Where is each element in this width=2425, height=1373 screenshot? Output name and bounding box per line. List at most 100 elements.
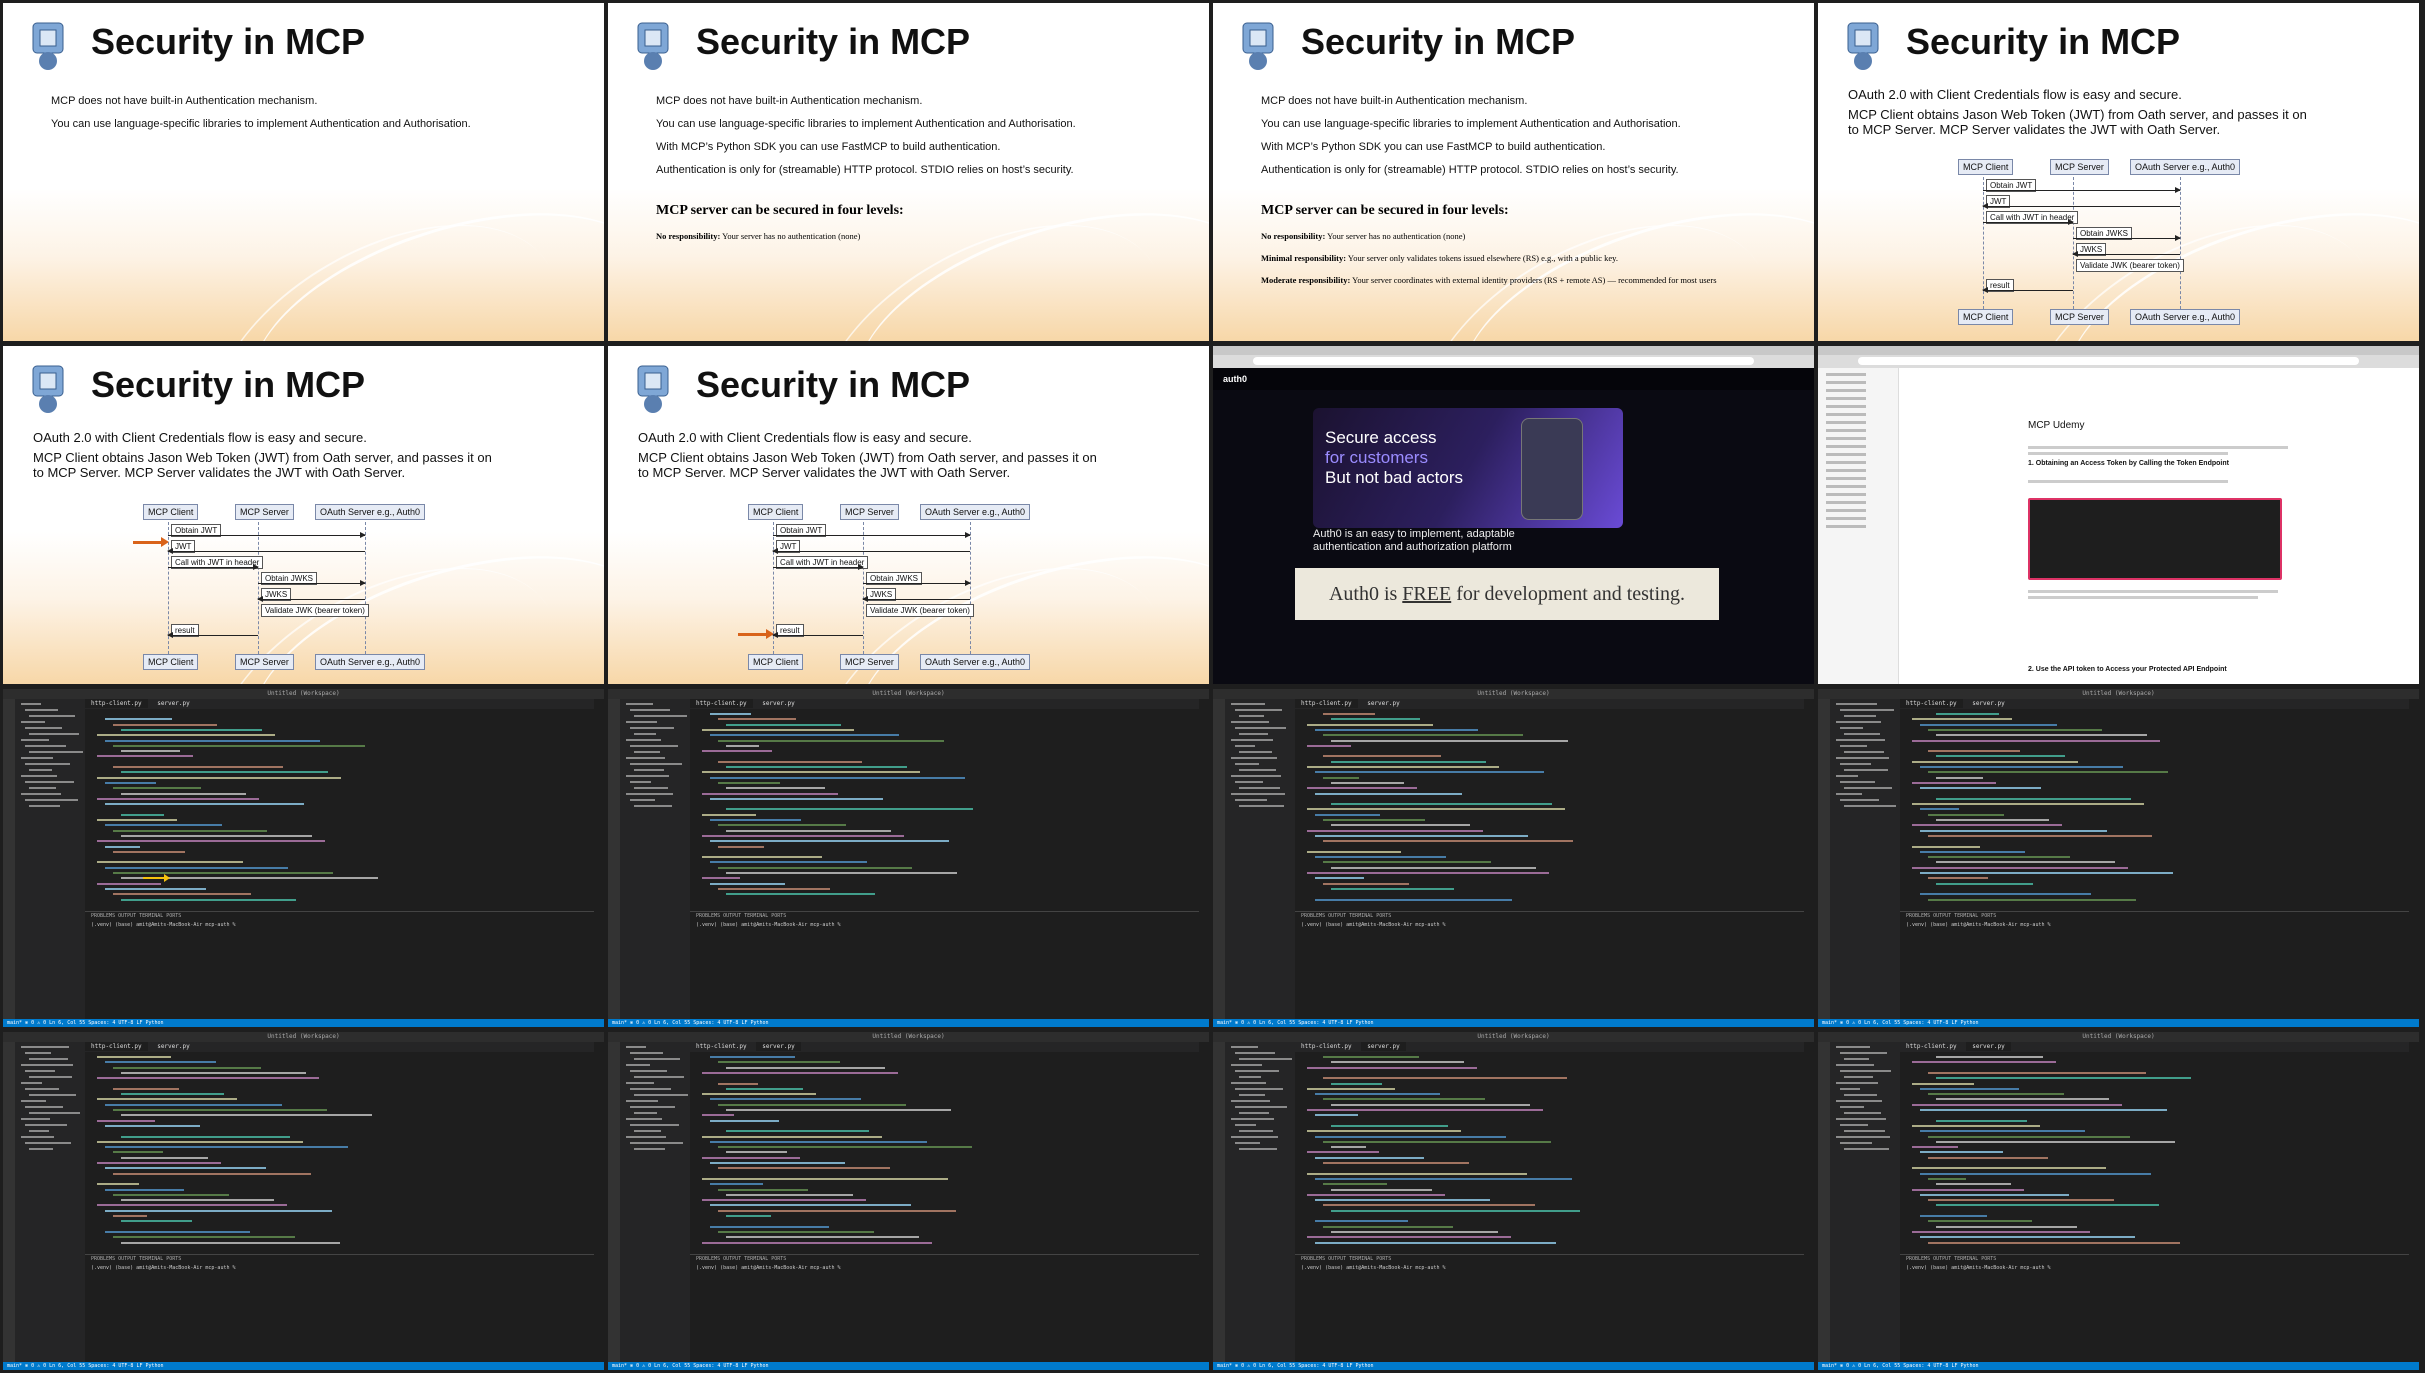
editor-tabs[interactable]: http-client.py server.py xyxy=(690,699,1199,709)
tab-http-client[interactable]: http-client.py xyxy=(1900,699,1963,708)
editor-tabs[interactable]: http-client.py server.py xyxy=(1900,699,2409,709)
panel-tabs[interactable]: PROBLEMS OUTPUT TERMINAL PORTS xyxy=(85,912,594,920)
vscode-thumbnail-6[interactable]: Untitled (Workspace) http-client.py serv… xyxy=(608,1032,1209,1370)
slide-body: MCP does not have built-in Authenticatio… xyxy=(656,95,1189,187)
vscode-thumbnail-8[interactable]: Untitled (Workspace) http-client.py serv… xyxy=(1818,1032,2419,1370)
browser-thumbnail-auth0-docs[interactable]: MCP Udemy 1. Obtaining an Access Token b… xyxy=(1818,346,2419,684)
explorer-panel[interactable] xyxy=(1830,1042,1900,1362)
terminal-panel[interactable]: PROBLEMS OUTPUT TERMINAL PORTS (.venv) (… xyxy=(85,911,594,1019)
explorer-panel[interactable] xyxy=(620,1042,690,1362)
editor-tabs[interactable]: http-client.py server.py xyxy=(1900,1042,2409,1052)
slide-body: MCP does not have built-in Authenticatio… xyxy=(51,95,584,141)
activity-bar[interactable] xyxy=(1213,1042,1225,1362)
status-bar: main* ⊗ 0 ⚠ 0 Ln 6, Col 55 Spaces: 4 UTF… xyxy=(1818,1362,2419,1370)
slide-thumbnail-levels-3[interactable]: Security in MCP MCP does not have built-… xyxy=(1213,3,1814,341)
editor-tabs[interactable]: http-client.py server.py xyxy=(85,1042,594,1052)
panel-tabs[interactable]: PROBLEMS OUTPUT TERMINAL PORTS xyxy=(1295,912,1804,920)
editor-tabs[interactable]: http-client.py server.py xyxy=(85,699,594,709)
panel-tabs[interactable]: PROBLEMS OUTPUT TERMINAL PORTS xyxy=(690,912,1199,920)
tab-server[interactable]: server.py xyxy=(1361,1042,1406,1051)
slide-line: Authentication is only for (streamable) … xyxy=(656,164,1074,176)
tab-server[interactable]: server.py xyxy=(151,699,196,708)
free-callout: Auth0 is FREE for development and testin… xyxy=(1295,568,1719,620)
vscode-thumbnail-2[interactable]: Untitled (Workspace) http-client.py serv… xyxy=(608,689,1209,1027)
vscode-thumbnail-7[interactable]: Untitled (Workspace) http-client.py serv… xyxy=(1213,1032,1814,1370)
panel-tabs[interactable]: PROBLEMS OUTPUT TERMINAL PORTS xyxy=(1900,912,2409,920)
code-editor[interactable]: http-client.py server.py xyxy=(85,1042,594,1252)
activity-bar[interactable] xyxy=(608,699,620,1019)
chip-robot-icon xyxy=(637,22,669,70)
editor-tabs[interactable]: http-client.py server.py xyxy=(690,1042,1199,1052)
panel-tabs[interactable]: PROBLEMS OUTPUT TERMINAL PORTS xyxy=(690,1255,1199,1263)
explorer-panel[interactable] xyxy=(15,1042,85,1362)
slide-thumbnail-oauth-diagram[interactable]: Security in MCP OAuth 2.0 with Client Cr… xyxy=(1818,3,2419,341)
window-title: Untitled (Workspace) xyxy=(1213,689,1814,699)
participant-mcp-server: MCP Server xyxy=(840,654,899,670)
terminal-panel[interactable]: PROBLEMS OUTPUT TERMINAL PORTS (.venv) (… xyxy=(85,1254,594,1362)
terminal-panel[interactable]: PROBLEMS OUTPUT TERMINAL PORTS (.venv) (… xyxy=(1900,1254,2409,1362)
tab-http-client[interactable]: http-client.py xyxy=(690,1042,753,1051)
browser-thumbnail-auth0[interactable]: auth0 Secure access for customers But no… xyxy=(1213,346,1814,684)
activity-bar[interactable] xyxy=(1818,699,1830,1019)
panel-tabs[interactable]: PROBLEMS OUTPUT TERMINAL PORTS xyxy=(1900,1255,2409,1263)
slide-line: With MCP’s Python SDK you can use FastMC… xyxy=(1261,141,1606,153)
terminal-panel[interactable]: PROBLEMS OUTPUT TERMINAL PORTS (.venv) (… xyxy=(690,1254,1199,1362)
tab-server[interactable]: server.py xyxy=(1966,699,2011,708)
activity-bar[interactable] xyxy=(608,1042,620,1362)
participant-mcp-server: MCP Server xyxy=(2050,159,2109,175)
editor-tabs[interactable]: http-client.py server.py xyxy=(1295,1042,1804,1052)
explorer-panel[interactable] xyxy=(1830,699,1900,1019)
explorer-panel[interactable] xyxy=(620,699,690,1019)
vscode-thumbnail-5[interactable]: Untitled (Workspace) http-client.py serv… xyxy=(3,1032,604,1370)
tab-server[interactable]: server.py xyxy=(151,1042,196,1051)
level-item: Minimal responsibility: Your server only… xyxy=(1261,253,1618,263)
slide-thumbnail-oauth-pointer-1[interactable]: Security in MCP OAuth 2.0 with Client Cr… xyxy=(3,346,604,684)
tab-server[interactable]: server.py xyxy=(1966,1042,2011,1051)
editor-tabs[interactable]: http-client.py server.py xyxy=(1295,699,1804,709)
explorer-panel[interactable] xyxy=(1225,1042,1295,1362)
sequence-diagram: MCP Client MCP Server OAuth Server e.g.,… xyxy=(1958,159,2298,329)
vscode-thumbnail-3[interactable]: Untitled (Workspace) http-client.py serv… xyxy=(1213,689,1814,1027)
code-editor[interactable]: http-client.py server.py xyxy=(1295,1042,1804,1252)
activity-bar[interactable] xyxy=(3,1042,15,1362)
address-bar[interactable] xyxy=(1253,357,1754,365)
code-editor[interactable]: http-client.py server.py xyxy=(690,1042,1199,1252)
window-title: Untitled (Workspace) xyxy=(608,689,1209,699)
code-editor[interactable]: http-client.py server.py xyxy=(1900,699,2409,909)
panel-tabs[interactable]: PROBLEMS OUTPUT TERMINAL PORTS xyxy=(1295,1255,1804,1263)
code-editor[interactable]: http-client.py server.py xyxy=(690,699,1199,909)
tab-http-client[interactable]: http-client.py xyxy=(1295,1042,1358,1051)
activity-bar[interactable] xyxy=(1818,1042,1830,1362)
terminal-panel[interactable]: PROBLEMS OUTPUT TERMINAL PORTS (.venv) (… xyxy=(1900,911,2409,1019)
terminal-panel[interactable]: PROBLEMS OUTPUT TERMINAL PORTS (.venv) (… xyxy=(1295,911,1804,1019)
slide-thumbnail-levels-1[interactable]: Security in MCP MCP does not have built-… xyxy=(608,3,1209,341)
address-bar[interactable] xyxy=(1858,357,2359,365)
vscode-thumbnail-1[interactable]: Untitled (Workspace) http-client.py serv… xyxy=(3,689,604,1027)
tab-http-client[interactable]: http-client.py xyxy=(1295,699,1358,708)
slide-body: OAuth 2.0 with Client Credentials flow i… xyxy=(1848,87,2318,142)
status-bar: main* ⊗ 0 ⚠ 0 Ln 6, Col 55 Spaces: 4 UTF… xyxy=(608,1019,1209,1027)
tab-http-client[interactable]: http-client.py xyxy=(1900,1042,1963,1051)
slide-thumbnail-oauth-pointer-2[interactable]: Security in MCP OAuth 2.0 with Client Cr… xyxy=(608,346,1209,684)
slide-thumbnail-intro[interactable]: Security in MCP MCP does not have built-… xyxy=(3,3,604,341)
activity-bar[interactable] xyxy=(3,699,15,1019)
slide-body: OAuth 2.0 with Client Credentials flow i… xyxy=(33,430,503,485)
tab-server[interactable]: server.py xyxy=(756,699,801,708)
tab-http-client[interactable]: http-client.py xyxy=(85,699,148,708)
tab-server[interactable]: server.py xyxy=(1361,699,1406,708)
tab-http-client[interactable]: http-client.py xyxy=(85,1042,148,1051)
terminal-panel[interactable]: PROBLEMS OUTPUT TERMINAL PORTS (.venv) (… xyxy=(690,911,1199,1019)
vscode-thumbnail-4[interactable]: Untitled (Workspace) http-client.py serv… xyxy=(1818,689,2419,1027)
activity-bar[interactable] xyxy=(1213,699,1225,1019)
code-editor[interactable]: http-client.py server.py xyxy=(1295,699,1804,909)
code-editor[interactable]: http-client.py server.py xyxy=(1900,1042,2409,1252)
phone-mockup xyxy=(1521,418,1583,520)
tab-server[interactable]: server.py xyxy=(756,1042,801,1051)
participant-mcp-server: MCP Server xyxy=(235,654,294,670)
tab-http-client[interactable]: http-client.py xyxy=(690,699,753,708)
explorer-panel[interactable] xyxy=(1225,699,1295,1019)
participant-mcp-client: MCP Client xyxy=(748,504,804,520)
panel-tabs[interactable]: PROBLEMS OUTPUT TERMINAL PORTS xyxy=(85,1255,594,1263)
explorer-panel[interactable] xyxy=(15,699,85,1019)
terminal-panel[interactable]: PROBLEMS OUTPUT TERMINAL PORTS (.venv) (… xyxy=(1295,1254,1804,1362)
